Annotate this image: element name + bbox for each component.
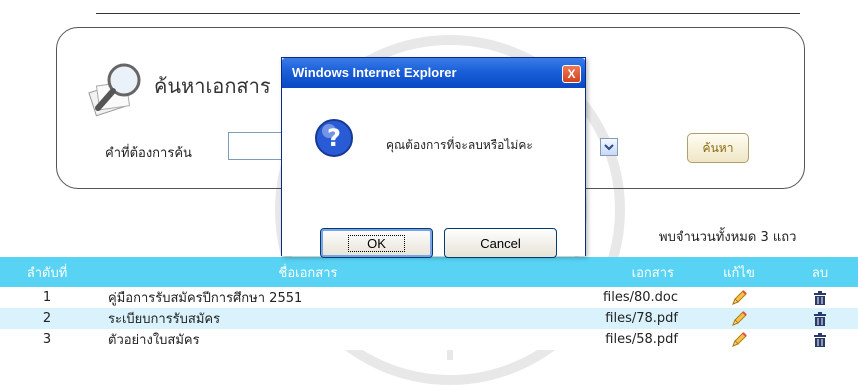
dialog-body: ? คุณต้องการที่จะลบหรือไม่คะ OK Cancel xyxy=(282,88,585,258)
magnifier-icon xyxy=(88,63,141,117)
result-count: พบจำนวนทั้งหมด 3 แถว xyxy=(659,230,797,245)
table-row: 1 คู่มือการรับสมัครปีการศึกษา 2551 files… xyxy=(0,287,858,308)
header-no: ลำดับที่ xyxy=(0,257,94,287)
search-button[interactable]: ค้นหา xyxy=(687,133,749,163)
document-name: คู่มือการรับสมัครปีการศึกษา 2551 xyxy=(94,287,508,308)
row-number: 2 xyxy=(0,308,94,329)
header-delete: ลบ xyxy=(782,257,858,287)
document-name: ระเบียบการรับสมัคร xyxy=(94,308,508,329)
keyword-label: คำที่ต้องการค้น xyxy=(105,146,192,161)
delete-cell xyxy=(782,308,858,329)
file-link[interactable]: files/78.pdf xyxy=(508,308,696,329)
row-number: 3 xyxy=(0,329,94,350)
close-button[interactable]: X xyxy=(562,65,581,83)
table-row: 2 ระเบียบการรับสมัคร files/78.pdf xyxy=(0,308,858,329)
header-edit: แก้ไข xyxy=(696,257,782,287)
top-divider xyxy=(96,13,800,14)
search-title: ค้นหาเอกสาร xyxy=(154,74,271,98)
pencil-icon[interactable] xyxy=(730,289,748,307)
header-file: เอกสาร xyxy=(508,257,696,287)
edit-cell xyxy=(696,308,782,329)
chevron-down-icon xyxy=(604,144,614,151)
svg-text:?: ? xyxy=(327,124,341,152)
dialog-title: Windows Internet Explorer xyxy=(292,65,457,80)
close-icon: X xyxy=(567,67,576,81)
file-link[interactable]: files/58.pdf xyxy=(508,329,696,350)
document-table: ลำดับที่ ชื่อเอกสาร เอกสาร แก้ไข ลบ 1 คู… xyxy=(0,257,858,350)
trash-icon[interactable] xyxy=(813,290,827,305)
cancel-button-label: Cancel xyxy=(480,235,521,251)
edit-cell xyxy=(696,287,782,308)
ok-button[interactable]: OK xyxy=(320,228,433,258)
delete-cell xyxy=(782,329,858,350)
dialog-message: คุณต้องการที่จะลบหรือไม่คะ xyxy=(386,138,533,152)
delete-cell xyxy=(782,287,858,308)
question-icon: ? xyxy=(315,119,353,157)
dialog-titlebar[interactable]: Windows Internet Explorer X xyxy=(282,58,585,88)
table-header-row: ลำดับที่ ชื่อเอกสาร เอกสาร แก้ไข ลบ xyxy=(0,257,858,287)
table-row: 3 ตัวอย่างใบสมัคร files/58.pdf xyxy=(0,329,858,350)
ok-button-label: OK xyxy=(348,234,405,252)
confirm-dialog: Windows Internet Explorer X ? คุณต้องการ… xyxy=(281,57,586,258)
file-link[interactable]: files/80.doc xyxy=(508,287,696,308)
document-name: ตัวอย่างใบสมัคร xyxy=(94,329,508,350)
pencil-icon[interactable] xyxy=(730,310,748,328)
dropdown-toggle[interactable] xyxy=(600,138,618,156)
cancel-button[interactable]: Cancel xyxy=(444,228,557,258)
header-name: ชื่อเอกสาร xyxy=(94,257,508,287)
edit-cell xyxy=(696,329,782,350)
trash-icon[interactable] xyxy=(813,332,827,347)
row-number: 1 xyxy=(0,287,94,308)
trash-icon[interactable] xyxy=(813,311,827,326)
search-button-label: ค้นหา xyxy=(702,140,734,155)
pencil-icon[interactable] xyxy=(730,331,748,349)
